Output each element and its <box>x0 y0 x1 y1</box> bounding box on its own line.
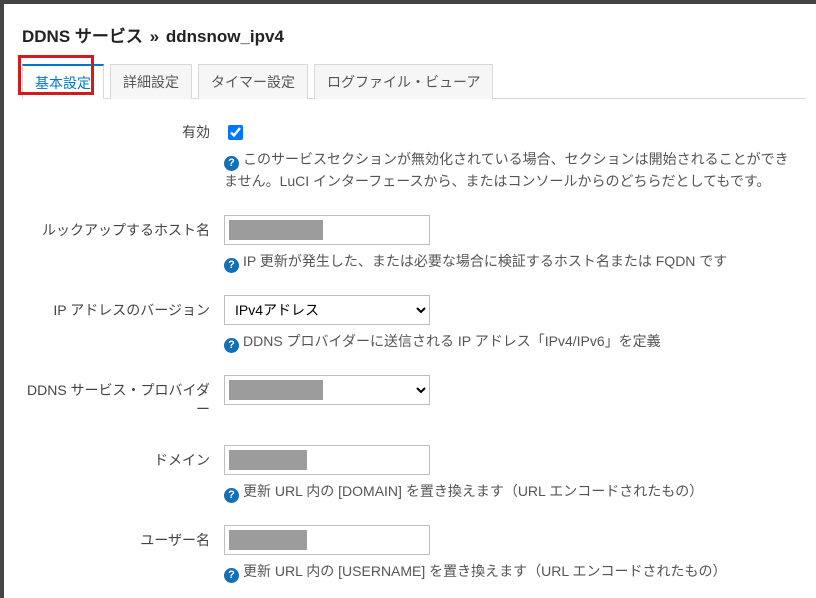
label-ip-version: IP アドレスのバージョン <box>22 295 224 320</box>
enabled-checkbox[interactable] <box>228 125 243 140</box>
label-lookup-host: ルックアップするホスト名 <box>22 215 224 240</box>
tab-timer[interactable]: タイマー設定 <box>198 64 308 99</box>
row-enabled: 有効 ?このサービスセクションが無効化されている場合、セクションは開始されること… <box>22 117 806 207</box>
help-icon: ? <box>224 258 239 273</box>
help-icon: ? <box>224 156 239 171</box>
provider-select[interactable] <box>224 375 430 405</box>
title-prefix: DDNS サービス <box>22 27 143 46</box>
row-lookup-host: ルックアップするホスト名 ?IP 更新が発生した、または必要な場合に検証するホス… <box>22 215 806 287</box>
hint-enabled: ?このサービスセクションが無効化されている場合、セクションは開始されることができ… <box>224 149 796 193</box>
username-input[interactable] <box>224 525 430 555</box>
tab-detail[interactable]: 詳細設定 <box>110 64 192 99</box>
hint-ip-version: ?DDNS プロバイダーに送信される IP アドレス「IPv4/IPv6」を定義 <box>224 331 796 353</box>
ip-version-select[interactable]: IPv4アドレス <box>224 295 430 325</box>
tab-log-viewer[interactable]: ログファイル・ビューア <box>314 64 493 99</box>
help-icon: ? <box>224 338 239 353</box>
help-icon: ? <box>224 568 239 583</box>
domain-input[interactable] <box>224 445 430 475</box>
title-separator: » <box>150 27 159 46</box>
hint-domain: ?更新 URL 内の [DOMAIN] を置き換えます（URL エンコードされた… <box>224 481 796 503</box>
title-service-name: ddnsnow_ipv4 <box>166 27 284 46</box>
label-domain: ドメイン <box>22 445 224 470</box>
row-ip-version: IP アドレスのバージョン IPv4アドレス ?DDNS プロバイダーに送信され… <box>22 295 806 367</box>
hint-lookup-host: ?IP 更新が発生した、または必要な場合に検証するホスト名または FQDN です <box>224 251 796 273</box>
row-provider: DDNS サービス・プロバイダー <box>22 375 806 419</box>
label-username: ユーザー名 <box>22 525 224 550</box>
label-enabled: 有効 <box>22 117 224 142</box>
settings-dialog: DDNS サービス » ddnsnow_ipv4 基本設定 詳細設定 タイマー設… <box>0 0 816 598</box>
tab-bar: 基本設定 詳細設定 タイマー設定 ログファイル・ビューア <box>22 63 806 99</box>
row-domain: ドメイン ?更新 URL 内の [DOMAIN] を置き換えます（URL エンコ… <box>22 445 806 517</box>
page-title: DDNS サービス » ddnsnow_ipv4 <box>22 22 806 47</box>
lookup-host-input[interactable] <box>224 215 430 245</box>
hint-username: ?更新 URL 内の [USERNAME] を置き換えます（URL エンコードさ… <box>224 561 796 583</box>
row-username: ユーザー名 ?更新 URL 内の [USERNAME] を置き換えます（URL … <box>22 525 806 597</box>
help-icon: ? <box>224 488 239 503</box>
tab-basic[interactable]: 基本設定 <box>22 64 104 99</box>
label-provider: DDNS サービス・プロバイダー <box>22 375 224 419</box>
